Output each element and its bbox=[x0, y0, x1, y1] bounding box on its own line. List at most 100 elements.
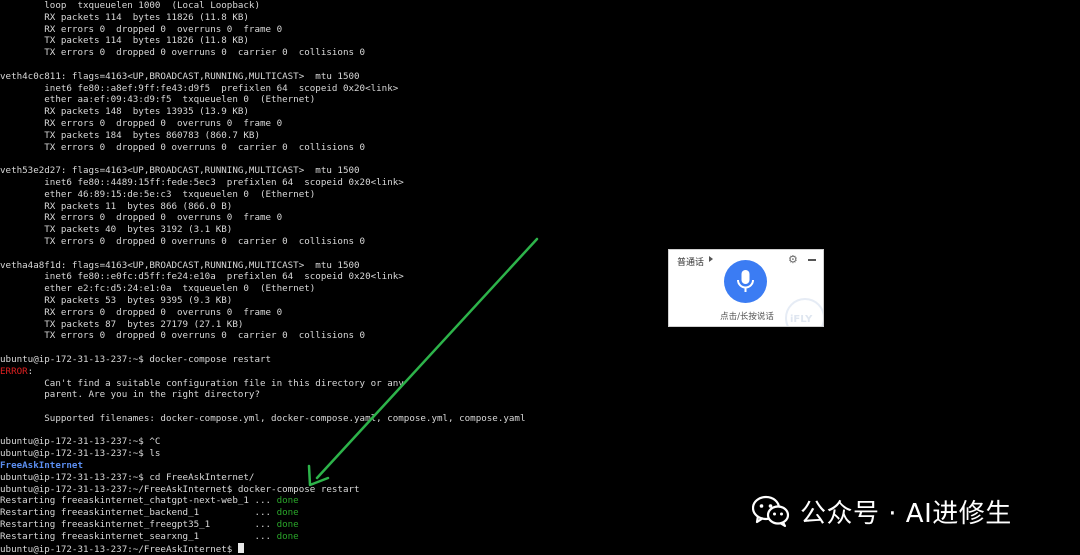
terminal-line: TX packets 114 bytes 11826 (11.8 KB) bbox=[0, 35, 660, 47]
terminal-line: RX errors 0 dropped 0 overruns 0 frame 0 bbox=[0, 24, 660, 36]
line-text: TX errors 0 dropped 0 overruns 0 carrier… bbox=[0, 330, 366, 342]
watermark: 公众号 · AI进修生 bbox=[752, 493, 1012, 529]
terminal-line: TX packets 184 bytes 860783 (860.7 KB) bbox=[0, 130, 660, 142]
terminal-line: RX errors 0 dropped 0 overruns 0 frame 0 bbox=[0, 307, 660, 319]
terminal-line: ether e2:fc:d5:24:e1:0a txqueuelen 0 (Et… bbox=[0, 283, 660, 295]
line-text: ubuntu@ip-172-31-13-237:~$ ^C bbox=[0, 436, 161, 448]
line-text: TX packets 87 bytes 27179 (27.1 KB) bbox=[0, 318, 244, 330]
terminal-line: Restarting freeaskinternet_searxng_1 ...… bbox=[0, 531, 660, 543]
line-text: parent. Are you in the right directory? bbox=[0, 389, 260, 401]
line-text: RX packets 114 bytes 11826 (11.8 KB) bbox=[0, 11, 249, 23]
line-text: ubuntu@ip-172-31-13-237:~$ ls bbox=[0, 448, 161, 460]
line-text: Can't find a suitable configuration file… bbox=[0, 377, 404, 389]
line-text: TX errors 0 dropped 0 overruns 0 carrier… bbox=[0, 235, 366, 247]
terminal-line: RX errors 0 dropped 0 overruns 0 frame 0 bbox=[0, 212, 660, 224]
mode-arrow-icon[interactable] bbox=[709, 256, 713, 262]
minimize-icon[interactable] bbox=[808, 259, 816, 261]
line-text: TX packets 114 bytes 11826 (11.8 KB) bbox=[0, 35, 249, 47]
terminal-line: loop txqueuelen 1000 (Local Loopback) bbox=[0, 0, 660, 12]
line-text: TX errors 0 dropped 0 overruns 0 carrier… bbox=[0, 141, 366, 153]
line-text: RX packets 148 bytes 13935 (13.9 KB) bbox=[0, 106, 249, 118]
terminal-line: inet6 fe80::4489:15ff:fede:5ec3 prefixle… bbox=[0, 177, 660, 189]
status-done: done bbox=[276, 530, 299, 542]
line-text: RX errors 0 dropped 0 overruns 0 frame 0 bbox=[0, 306, 283, 318]
terminal-line: vetha4a8f1d: flags=4163<UP,BROADCAST,RUN… bbox=[0, 260, 660, 272]
line-text: Restarting freeaskinternet_freegpt35_1 .… bbox=[0, 519, 277, 531]
terminal-line: ubuntu@ip-172-31-13-237:~$ ls bbox=[0, 448, 660, 460]
terminal-line: TX errors 0 dropped 0 overruns 0 carrier… bbox=[0, 142, 660, 154]
line-text: TX packets 40 bytes 3192 (3.1 KB) bbox=[0, 224, 233, 236]
status-done: done bbox=[276, 495, 299, 507]
status-done: done bbox=[276, 507, 299, 519]
line-text: TX errors 0 dropped 0 overruns 0 carrier… bbox=[0, 47, 366, 59]
line-text: ether 46:89:15:de:5e:c3 txqueuelen 0 (Et… bbox=[0, 188, 316, 200]
terminal-line: RX packets 53 bytes 9395 (9.3 KB) bbox=[0, 295, 660, 307]
terminal-line: TX errors 0 dropped 0 overruns 0 carrier… bbox=[0, 330, 660, 342]
gear-icon[interactable]: ⚙ bbox=[788, 253, 798, 266]
line-text: veth4c0c811: flags=4163<UP,BROADCAST,RUN… bbox=[0, 70, 360, 82]
terminal-line: ubuntu@ip-172-31-13-237:~$ docker-compos… bbox=[0, 354, 660, 366]
terminal-line: parent. Are you in the right directory? bbox=[0, 389, 660, 401]
terminal-line: ether aa:ef:09:43:d9:f5 txqueuelen 0 (Et… bbox=[0, 94, 660, 106]
line-text: loop txqueuelen 1000 (Local Loopback) bbox=[0, 0, 260, 11]
line-suffix: : bbox=[27, 365, 34, 377]
terminal-line: ERROR: bbox=[0, 366, 660, 378]
line-text: inet6 fe80::a8ef:9ff:fe43:d9f5 prefixlen… bbox=[0, 82, 399, 94]
microphone-icon bbox=[737, 270, 754, 292]
line-text: RX errors 0 dropped 0 overruns 0 frame 0 bbox=[0, 23, 283, 35]
line-text: Restarting freeaskinternet_chatgpt-next-… bbox=[0, 495, 277, 507]
terminal-line: ubuntu@ip-172-31-13-237:~$ ^C bbox=[0, 436, 660, 448]
line-text: ether e2:fc:d5:24:e1:0a txqueuelen 0 (Et… bbox=[0, 283, 316, 295]
terminal-line: FreeAskInternet bbox=[0, 460, 660, 472]
line-text: ether aa:ef:09:43:d9:f5 txqueuelen 0 (Et… bbox=[0, 94, 316, 106]
terminal-line: inet6 fe80::e0fc:d5ff:fe24:e10a prefixle… bbox=[0, 271, 660, 283]
terminal-line: ubuntu@ip-172-31-13-237:~/FreeAskInterne… bbox=[0, 542, 660, 555]
line-text: veth53e2d27: flags=4163<UP,BROADCAST,RUN… bbox=[0, 165, 360, 177]
terminal-line: ether 46:89:15:de:5e:c3 txqueuelen 0 (Et… bbox=[0, 189, 660, 201]
terminal-line: Restarting freeaskinternet_chatgpt-next-… bbox=[0, 495, 660, 507]
screen: loop txqueuelen 1000 (Local Loopback) RX… bbox=[0, 0, 1080, 555]
line-text: vetha4a8f1d: flags=4163<UP,BROADCAST,RUN… bbox=[0, 259, 360, 271]
terminal-line: TX errors 0 dropped 0 overruns 0 carrier… bbox=[0, 47, 660, 59]
line-text: Restarting freeaskinternet_searxng_1 ... bbox=[0, 530, 277, 542]
error-label: ERROR bbox=[0, 365, 28, 377]
terminal-line: RX packets 11 bytes 866 (866.0 B) bbox=[0, 201, 660, 213]
terminal-line: RX errors 0 dropped 0 overruns 0 frame 0 bbox=[0, 118, 660, 130]
line-text: RX errors 0 dropped 0 overruns 0 frame 0 bbox=[0, 212, 283, 224]
directory-name: FreeAskInternet bbox=[0, 460, 83, 472]
voice-input-widget[interactable]: 普通话 ⚙ 点击/长按说话 iFLY bbox=[668, 249, 824, 327]
terminal-output[interactable]: loop txqueuelen 1000 (Local Loopback) RX… bbox=[0, 0, 660, 555]
line-text: RX errors 0 dropped 0 overruns 0 frame 0 bbox=[0, 117, 283, 129]
text-cursor bbox=[237, 542, 244, 553]
terminal-line: Supported filenames: docker-compose.yml,… bbox=[0, 413, 660, 425]
terminal-line: RX packets 148 bytes 13935 (13.9 KB) bbox=[0, 106, 660, 118]
microphone-button[interactable] bbox=[724, 260, 767, 303]
terminal-line: TX errors 0 dropped 0 overruns 0 carrier… bbox=[0, 236, 660, 248]
watermark-text: 公众号 · AI进修生 bbox=[800, 498, 1012, 529]
language-mode-label[interactable]: 普通话 bbox=[677, 255, 704, 268]
terminal-line: ubuntu@ip-172-31-13-237:~/FreeAskInterne… bbox=[0, 484, 660, 496]
line-text: ubuntu@ip-172-31-13-237:~$ docker-compos… bbox=[0, 353, 272, 365]
line-text: Restarting freeaskinternet_backend_1 ... bbox=[0, 507, 277, 519]
terminal-line: Restarting freeaskinternet_freegpt35_1 .… bbox=[0, 519, 660, 531]
line-text: RX packets 53 bytes 9395 (9.3 KB) bbox=[0, 294, 233, 306]
wechat-icon bbox=[752, 495, 790, 527]
terminal-line: Can't find a suitable configuration file… bbox=[0, 378, 660, 390]
line-text: inet6 fe80::e0fc:d5ff:fe24:e10a prefixle… bbox=[0, 271, 404, 283]
terminal-line: TX packets 40 bytes 3192 (3.1 KB) bbox=[0, 224, 660, 236]
line-text: TX packets 184 bytes 860783 (860.7 KB) bbox=[0, 129, 260, 141]
line-text: RX packets 11 bytes 866 (866.0 B) bbox=[0, 200, 233, 212]
brand-logo: iFLY bbox=[790, 314, 813, 325]
line-text: ubuntu@ip-172-31-13-237:~$ cd FreeAskInt… bbox=[0, 471, 255, 483]
terminal-line: veth4c0c811: flags=4163<UP,BROADCAST,RUN… bbox=[0, 71, 660, 83]
line-text: ubuntu@ip-172-31-13-237:~/FreeAskInterne… bbox=[0, 543, 238, 555]
terminal-line: ubuntu@ip-172-31-13-237:~$ cd FreeAskInt… bbox=[0, 472, 660, 484]
terminal-line: inet6 fe80::a8ef:9ff:fe43:d9f5 prefixlen… bbox=[0, 83, 660, 95]
terminal-line: Restarting freeaskinternet_backend_1 ...… bbox=[0, 507, 660, 519]
